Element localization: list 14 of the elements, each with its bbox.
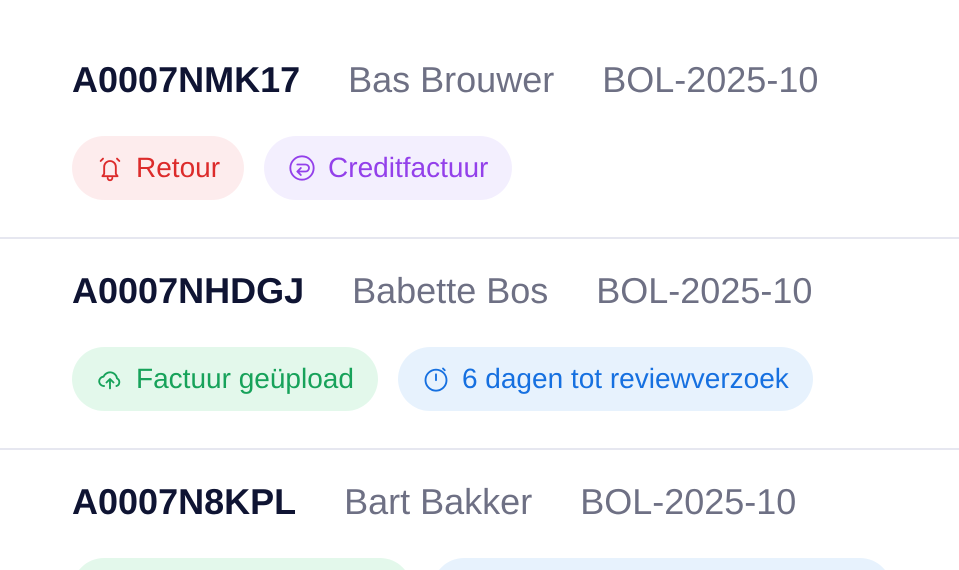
- order-reference: BOL-2025-10: [596, 271, 812, 311]
- customer-name: Babette Bos: [352, 271, 548, 311]
- status-tag: Creditfactuur: [264, 136, 512, 200]
- status-tag: 6 dagen tot reviewverzoek: [398, 347, 813, 411]
- order-id: A0007NHDGJ: [72, 271, 304, 311]
- timer-icon: [422, 365, 450, 393]
- order-reference: BOL-2025-10: [580, 482, 796, 522]
- order-id: A0007NMK17: [72, 60, 300, 100]
- order-id: A0007N8KPL: [72, 482, 296, 522]
- customer-name: Bart Bakker: [344, 482, 532, 522]
- customer-name: Bas Brouwer: [348, 60, 554, 100]
- status-tag: Retour: [72, 136, 244, 200]
- status-tag: Factuur geüpload: [72, 347, 378, 411]
- order-reference: BOL-2025-10: [602, 60, 818, 100]
